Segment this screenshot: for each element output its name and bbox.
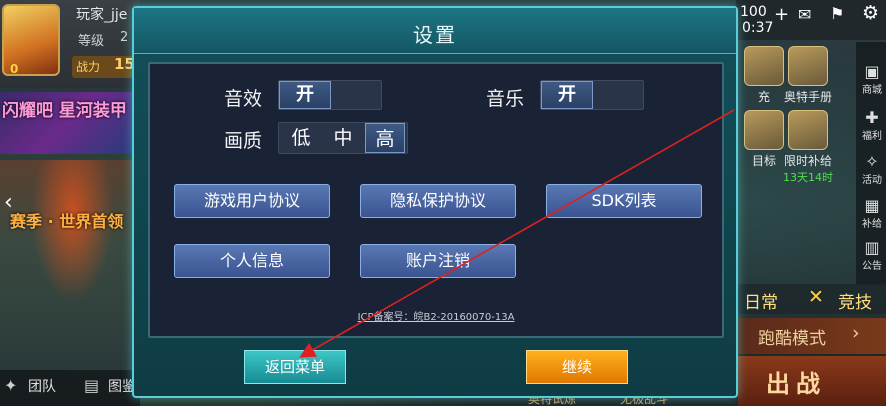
quality-label: 画质: [224, 130, 263, 152]
flag-icon[interactable]: ⚑: [830, 4, 844, 23]
crossed-swords-icon: ✕: [808, 286, 824, 308]
side-item-shop[interactable]: ▣ 商城: [858, 62, 886, 96]
quality-selector[interactable]: 低 中 高: [278, 122, 408, 154]
countdown-text: 13天14时: [783, 171, 833, 184]
menu-item-label: 限时补给: [783, 154, 832, 168]
supply-box-icon: [788, 110, 828, 150]
power-label: 战力: [76, 60, 101, 74]
parkour-label: 跑酷模式: [758, 329, 826, 349]
dialog-title: 设置: [413, 23, 457, 47]
mail-icon[interactable]: ✉: [798, 5, 811, 24]
sdk-list-button[interactable]: SDK列表: [546, 184, 702, 218]
level-value: 2: [120, 30, 129, 45]
settings-panel: 音效 开 音乐 开 画质 低 中 高 游戏用户协议 隐私保护协议 SDK列表 个…: [148, 62, 724, 338]
season-art[interactable]: [0, 160, 132, 370]
player-name: 玩家_jje: [76, 7, 128, 23]
privacy-button[interactable]: 隐私保护协议: [360, 184, 516, 218]
team-label[interactable]: 团队: [28, 376, 56, 396]
menu-item-label: 目标: [751, 154, 776, 168]
supply-icon: ▦: [864, 196, 880, 215]
side-item-welfare[interactable]: ✚ 福利: [858, 108, 886, 142]
menu-item-handbook[interactable]: 奥特手册: [782, 46, 834, 105]
back-to-menu-button[interactable]: 返回菜单: [244, 350, 346, 384]
music-toggle-on[interactable]: 开: [541, 81, 593, 109]
recharge-icon: [744, 46, 784, 86]
user-agreement-button[interactable]: 游戏用户协议: [174, 184, 330, 218]
tab-daily[interactable]: 日常: [744, 288, 778, 313]
quality-medium[interactable]: 中: [323, 123, 363, 153]
continue-button[interactable]: 继续: [526, 350, 628, 384]
quality-high[interactable]: 高: [365, 123, 405, 153]
sound-toggle[interactable]: 开: [278, 80, 382, 110]
account-cancel-button[interactable]: 账户注销: [360, 244, 516, 278]
sound-label: 音效: [224, 88, 263, 110]
menu-item-label: 充: [757, 90, 770, 104]
tab-arena[interactable]: 竞技: [838, 288, 872, 313]
menu-item-limited-supply[interactable]: 限时补给 13天14时: [782, 110, 834, 185]
shop-icon: ▣: [864, 62, 880, 81]
gear-icon[interactable]: ⚙: [862, 2, 879, 24]
status-number: 100: [740, 4, 767, 20]
sound-toggle-on[interactable]: 开: [279, 81, 331, 109]
team-icon[interactable]: ✦: [4, 376, 17, 395]
chevron-left-icon[interactable]: ‹: [4, 190, 13, 215]
menu-item-label: 奥特手册: [783, 90, 832, 104]
side-item-notice[interactable]: ▥ 公告: [858, 238, 886, 272]
plus-icon[interactable]: +: [774, 4, 789, 25]
side-item-activity[interactable]: ✧ 活动: [858, 152, 886, 186]
book-icon[interactable]: ▤: [84, 376, 99, 395]
event-banner-text: 闪耀吧 星河装甲: [2, 101, 127, 121]
gift-icon: ✚: [865, 108, 879, 127]
season-text: 赛季 · 世界首领: [10, 212, 124, 231]
personal-info-button[interactable]: 个人信息: [174, 244, 330, 278]
notice-icon: ▥: [864, 238, 880, 257]
activity-icon: ✧: [865, 152, 879, 171]
dialog-header: 设置: [134, 8, 736, 54]
goal-icon: [744, 110, 784, 150]
level-label: 等级: [78, 34, 105, 49]
settings-dialog: 设置 音效 开 音乐 开 画质 低 中 高 游戏用户协议 隐私保护协议 SDK列…: [132, 6, 738, 398]
music-toggle[interactable]: 开: [540, 80, 644, 110]
quality-low[interactable]: 低: [281, 123, 321, 153]
chevron-right-icon: ›: [852, 322, 860, 344]
avatar-level: 0: [10, 62, 19, 76]
music-label: 音乐: [486, 88, 525, 110]
battle-label: 出战: [766, 370, 826, 398]
icp-link[interactable]: ICP备案号：皖B2-20160070-13A: [150, 308, 722, 323]
handbook-icon: [788, 46, 828, 86]
side-item-supply[interactable]: ▦ 补给: [858, 196, 886, 230]
status-time: 0:37: [742, 20, 774, 36]
